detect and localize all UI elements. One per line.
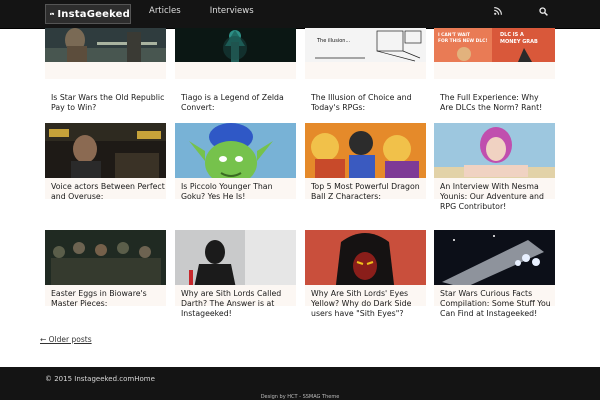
post-title[interactable]: Is Piccolo Younger Than Goku? Yes He Is! [181,182,295,202]
top-navigation-bar: InstaGeeked Articles Interviews [0,0,600,29]
footer-home-link[interactable]: Home [134,375,155,383]
nav-interviews[interactable]: Interviews [210,6,254,16]
gamepad-icon [50,12,55,16]
post-thumbnail[interactable] [434,123,555,178]
post-card[interactable]: Top 5 Most Powerful Dragon Ball Z Charac… [305,123,426,202]
svg-text:FOR THIS NEW DLC!: FOR THIS NEW DLC! [438,38,487,44]
post-thumbnail[interactable] [175,230,296,285]
post-thumbnail[interactable] [434,230,555,285]
post-card[interactable]: Why are Sith Lords Called Darth? The Ans… [175,230,296,318]
post-title[interactable]: An Interview With Nesma Younis: Our Adve… [440,182,554,212]
search-icon [538,6,548,16]
footer-copyright: © 2015 Instageeked.comHome [45,375,155,383]
svg-text:I CAN'T WAIT: I CAN'T WAIT [438,32,470,38]
post-card[interactable]: Tiago is a Legend of Zelda Convert: [175,28,296,112]
post-title[interactable]: Star Wars Curious Facts Compilation: Som… [440,289,554,319]
post-card[interactable]: An Interview With Nesma Younis: Our Adve… [434,123,555,211]
svg-text:DLC IS A: DLC IS A [500,32,524,38]
site-footer: © 2015 Instageeked.comHome Design by HCT… [0,367,600,400]
post-thumbnail[interactable] [175,28,296,62]
logo-text: InstaGeeked [57,8,130,20]
post-title[interactable]: The Full Experience: Why Are DLCs the No… [440,93,554,113]
post-title[interactable]: Tiago is a Legend of Zelda Convert: [181,93,295,113]
post-card[interactable]: The illusion... The Illusion of Choice a… [305,28,426,112]
svg-text:MONEY GRAB: MONEY GRAB [500,39,538,45]
site-logo[interactable]: InstaGeeked [45,4,131,24]
post-card[interactable]: Is Star Wars the Old Republic Pay to Win… [45,28,166,112]
post-thumbnail[interactable] [45,28,166,62]
post-title[interactable]: Easter Eggs in Bioware's Master Pieces: [51,289,165,309]
post-title[interactable]: The Illusion of Choice and Today's RPGs: [311,93,425,113]
rss-icon [494,7,502,15]
comic-caption: The illusion... [316,38,351,44]
post-thumbnail[interactable]: I CAN'T WAIT FOR THIS NEW DLC! DLC IS A … [434,28,555,62]
post-title[interactable]: Voice actors Between Perfect and Overuse… [51,182,165,202]
search-button[interactable] [529,0,557,22]
post-title[interactable]: Why Are Sith Lords' Eyes Yellow? Why do … [311,289,425,319]
post-thumbnail[interactable] [305,230,426,285]
post-card[interactable]: Voice actors Between Perfect and Overuse… [45,123,166,202]
post-thumbnail[interactable] [305,123,426,178]
post-thumbnail[interactable] [45,123,166,178]
post-thumbnail[interactable] [45,230,166,285]
post-card[interactable]: Is Piccolo Younger Than Goku? Yes He Is! [175,123,296,202]
older-posts-link[interactable]: ← Older posts [40,335,92,344]
post-title[interactable]: Top 5 Most Powerful Dragon Ball Z Charac… [311,182,425,202]
post-title[interactable]: Is Star Wars the Old Republic Pay to Win… [51,93,165,113]
post-card[interactable]: I CAN'T WAIT FOR THIS NEW DLC! DLC IS A … [434,28,555,112]
post-thumbnail[interactable] [175,123,296,178]
footer-credit: Design by HCT - SSMAG Theme [260,394,340,400]
nav-articles[interactable]: Articles [149,6,181,16]
rss-button[interactable] [484,0,512,22]
main-nav: Articles Interviews [149,0,283,22]
post-title[interactable]: Why are Sith Lords Called Darth? The Ans… [181,289,295,319]
post-thumbnail[interactable]: The illusion... [305,28,426,62]
post-card[interactable]: Easter Eggs in Bioware's Master Pieces: [45,230,166,309]
post-card[interactable]: Star Wars Curious Facts Compilation: Som… [434,230,555,318]
post-card[interactable]: Why Are Sith Lords' Eyes Yellow? Why do … [305,230,426,318]
